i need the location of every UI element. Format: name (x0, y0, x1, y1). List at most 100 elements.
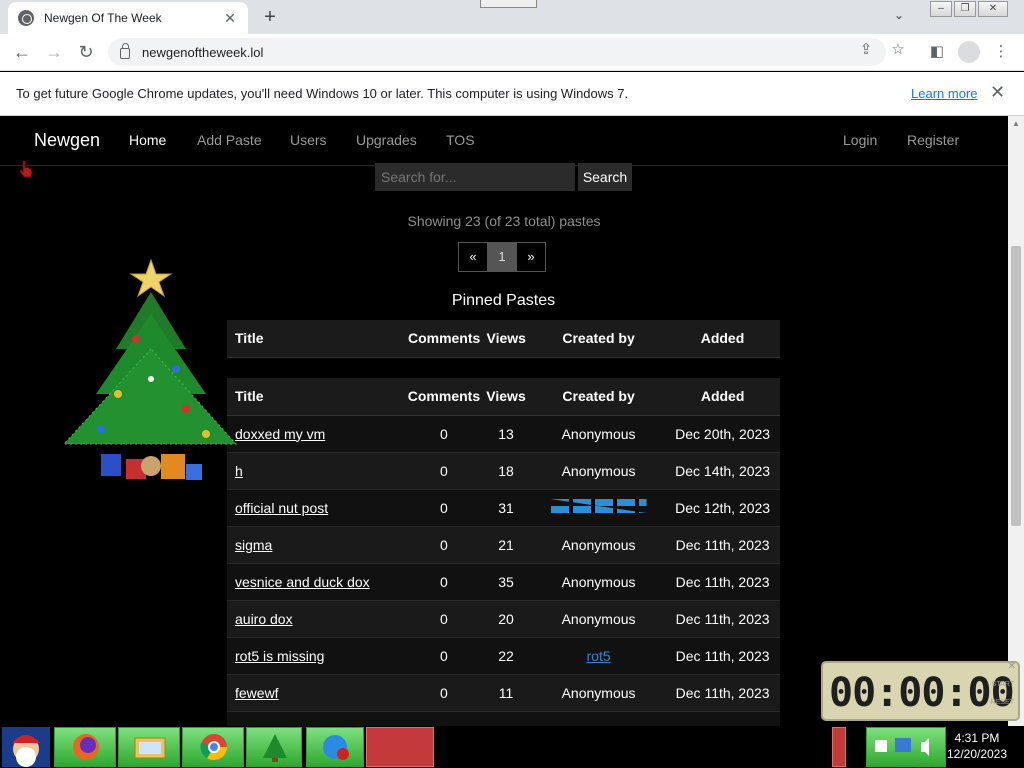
paste-count-text: Showing 23 (of 23 total) pastes (407, 213, 601, 229)
learn-more-link[interactable]: Learn more (911, 86, 977, 101)
search-button[interactable]: Search (578, 163, 632, 191)
menu-kebab-icon[interactable]: ⋮ (990, 41, 1012, 63)
added-date: Dec 20th, 2023 (665, 414, 780, 452)
minimize-button[interactable]: – (930, 1, 952, 17)
nav-add-paste[interactable]: Add Paste (197, 132, 262, 148)
scroll-up-icon[interactable]: ▲ (1008, 116, 1024, 132)
nav-tos[interactable]: TOS (446, 132, 475, 148)
pastes-table: Title Comments Views Created by Added do… (227, 378, 780, 726)
created-by: Anonymous (531, 451, 666, 489)
browser-tab[interactable]: Newgen Of The Week ✕ (8, 2, 248, 34)
back-arrow-icon[interactable]: ← (10, 40, 34, 64)
created-by: Anonymous (531, 599, 666, 637)
nav-login[interactable]: Login (843, 132, 877, 148)
reload-icon[interactable]: ↻ (74, 40, 98, 64)
taskbar-red-indicator[interactable] (832, 727, 846, 767)
comments-count: 0 (407, 525, 481, 563)
added-date: Dec 11th, 2023 (665, 562, 780, 600)
taskbar-clock[interactable]: 4:31 PM 12/20/2023 (946, 730, 1008, 762)
taskbar-red-app[interactable] (366, 727, 434, 767)
screen: { "browser": { "tab_title": "Newgen Of T… (0, 0, 1024, 768)
col-views[interactable]: Views (480, 320, 533, 358)
new-tab-button[interactable]: + (258, 5, 282, 29)
col-added[interactable]: Added (664, 320, 780, 358)
close-window-button[interactable]: ✕ (978, 1, 1008, 17)
pinned-pastes-heading: Pinned Pastes (451, 292, 556, 309)
created-by: Anonymous (531, 562, 666, 600)
bookmark-star-icon[interactable]: ☆ (888, 40, 908, 58)
created-by-logo[interactable] (531, 488, 666, 526)
nav-users[interactable]: Users (290, 132, 327, 148)
comments-count: 0 (407, 636, 481, 674)
stopwatch-reset-button[interactable]: RESET (991, 699, 1014, 706)
pagination: « 1 » (458, 242, 546, 272)
paste-title-link[interactable]: official nut post (235, 500, 328, 516)
paste-title-link[interactable]: sigma (235, 537, 272, 553)
nav-register[interactable]: Register (907, 132, 959, 148)
scrollbar-thumb[interactable] (1011, 246, 1021, 526)
col-added[interactable]: Added (665, 378, 780, 416)
windows-taskbar: 4:31 PM 12/20/2023 (0, 726, 1024, 768)
col-views[interactable]: Views (480, 378, 532, 416)
table-row: h 0 18 Anonymous Dec 14th, 2023 (227, 451, 780, 489)
table-row (227, 710, 780, 726)
taskbar-messenger[interactable] (306, 727, 364, 767)
taskbar-chrome[interactable] (182, 727, 244, 767)
created-by-user-link[interactable]: rot5 (587, 648, 611, 664)
paste-title-link[interactable]: auiro dox (235, 611, 293, 627)
restore-button[interactable]: ❐ (954, 1, 976, 17)
stopwatch-start-button[interactable]: START (992, 681, 1014, 688)
pager-prev-button[interactable]: « (458, 242, 488, 272)
views-count: 31 (480, 488, 532, 526)
views-count: 11 (480, 673, 532, 711)
added-date: Dec 11th, 2023 (665, 525, 780, 563)
address-bar[interactable]: newgenoftheweek.lol (108, 38, 886, 66)
col-created-by[interactable]: Created by (532, 320, 665, 358)
site-favicon-icon (18, 10, 34, 26)
views-count: 20 (480, 599, 532, 637)
table-row: doxxed my vm 0 13 Anonymous Dec 20th, 20… (227, 414, 780, 452)
table-row: auiro dox 0 20 Anonymous Dec 11th, 2023 (227, 599, 780, 637)
taskbar-explorer[interactable] (118, 727, 180, 767)
forward-arrow-icon[interactable]: → (42, 40, 66, 64)
window-drag-handle[interactable] (480, 0, 537, 8)
paste-title-link[interactable]: fewewf (235, 685, 279, 701)
views-count: 35 (480, 562, 532, 600)
site-brand[interactable]: Newgen (34, 130, 100, 151)
paste-title-link[interactable]: vesnice and duck dox (235, 574, 370, 590)
share-icon[interactable]: ⇪ (856, 40, 876, 58)
added-date: Dec 14th, 2023 (665, 451, 780, 489)
nav-home[interactable]: Home (129, 132, 166, 148)
nut-user-logo[interactable] (550, 499, 647, 513)
table-row: official nut post 0 31 Dec 12th, 2023 (227, 488, 780, 526)
pager-page-1[interactable]: 1 (487, 242, 517, 272)
stopwatch-widget: 00:00:00 START RESET ✕ (821, 661, 1020, 721)
created-by: Anonymous (531, 525, 666, 563)
taskbar-firefox[interactable] (54, 727, 116, 767)
santa-start-button-icon[interactable] (2, 727, 50, 767)
table-row: rot5 is missing 0 22 rot5 Dec 11th, 2023 (227, 636, 780, 674)
tray-icons[interactable] (867, 728, 945, 766)
col-comments[interactable]: Comments (407, 320, 481, 358)
infobar-close-icon[interactable]: ✕ (990, 82, 1005, 103)
clock-date: 12/20/2023 (946, 747, 1008, 761)
nav-upgrades[interactable]: Upgrades (356, 132, 417, 148)
comments-count: 0 (407, 488, 481, 526)
col-created-by[interactable]: Created by (531, 378, 666, 416)
stopwatch-display: 00:00:00 (829, 670, 1015, 716)
pager-next-button[interactable]: » (516, 242, 546, 272)
side-panel-icon[interactable]: ◧ (926, 41, 948, 63)
tab-search-chevron-icon[interactable]: ⌄ (894, 8, 904, 22)
tab-close-icon[interactable]: ✕ (222, 10, 238, 27)
page-scrollbar[interactable]: ▲ ▼ (1008, 116, 1024, 726)
search-input[interactable] (375, 163, 575, 191)
views-count: 13 (480, 414, 532, 452)
pinned-pastes-table: Title Comments Views Created by Added (227, 320, 780, 358)
stopwatch-close-icon[interactable]: ✕ (1008, 661, 1016, 672)
taskbar-tree-app[interactable] (246, 727, 302, 767)
christmas-tree-image (62, 258, 238, 480)
col-comments[interactable]: Comments (407, 378, 481, 416)
chat-bubble-icon (323, 735, 349, 760)
profile-avatar-icon[interactable] (958, 41, 980, 63)
paste-title-link[interactable]: rot5 is missing (235, 648, 324, 664)
